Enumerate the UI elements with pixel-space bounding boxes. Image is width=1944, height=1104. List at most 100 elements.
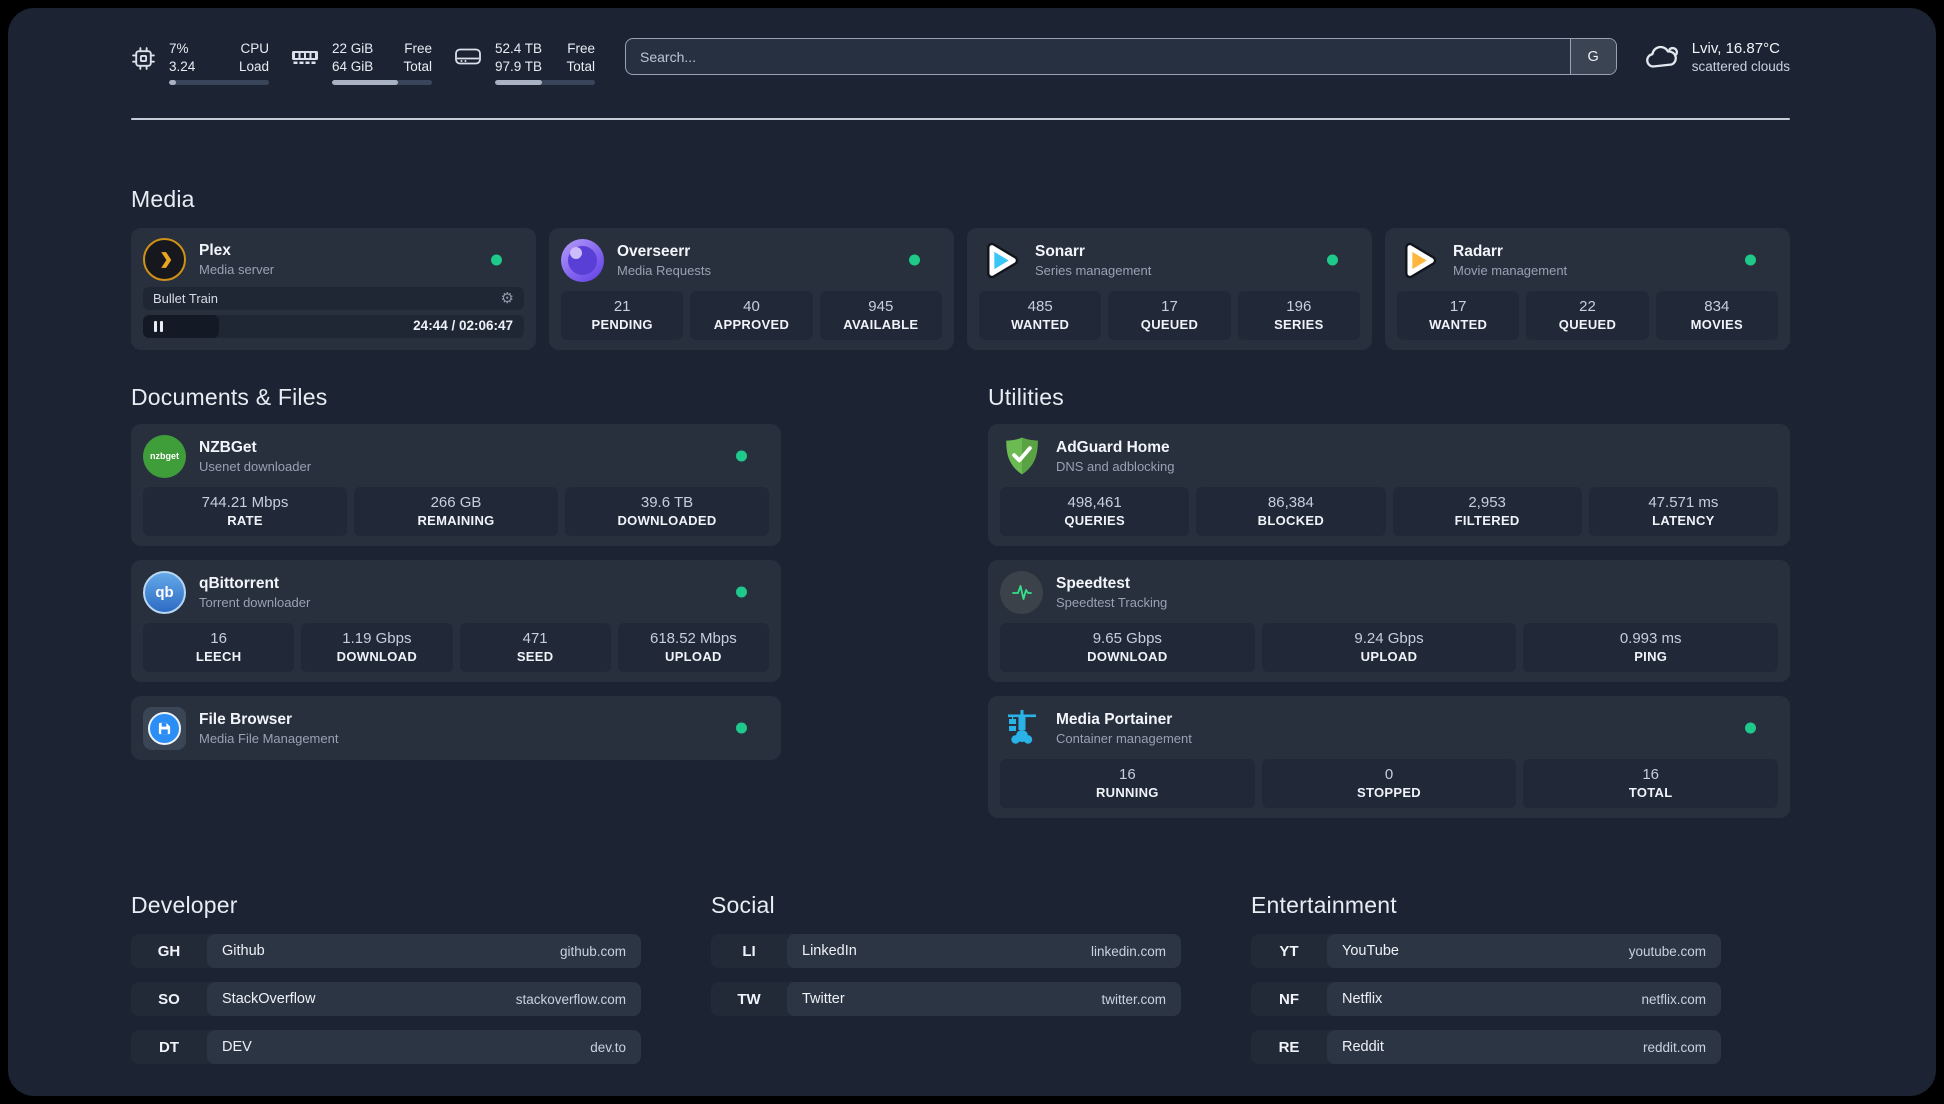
status-dot	[1745, 254, 1756, 266]
stat-wanted: 485 WANTED	[979, 291, 1102, 340]
card-nzbget[interactable]: nzbget NZBGet Usenet downloader 744.21 M…	[131, 424, 781, 546]
status-dot	[909, 254, 920, 266]
card-adguard[interactable]: AdGuard Home DNS and adblocking 498,461 Q…	[988, 424, 1790, 546]
stat-queries: 498,461 QUERIES	[1000, 487, 1190, 536]
section-media: Media Plex Media server Bullet Train ⚙ 2…	[131, 186, 1790, 350]
bookmark-name: LinkedIn	[802, 943, 857, 959]
service-subtitle: Movie management	[1453, 262, 1568, 278]
bookmark-abbr: LI	[742, 942, 756, 960]
stat-queued: 22 QUEUED	[1526, 291, 1649, 340]
search-bar[interactable]: G	[625, 38, 1617, 75]
bookmark-linkedin[interactable]: LI LinkedIn linkedin.com	[711, 934, 1181, 968]
bookmark-url: github.com	[559, 943, 626, 959]
bookmark-github[interactable]: GH Github github.com	[131, 934, 641, 968]
bookmark-reddit[interactable]: RE Reddit reddit.com	[1251, 1030, 1721, 1064]
bookmark-twitter[interactable]: TW Twitter twitter.com	[711, 982, 1181, 1016]
stat-approved: 40 APPROVED	[690, 291, 813, 340]
stat-leech: 16 LEECH	[143, 623, 295, 672]
bookmark-dev[interactable]: DT DEV dev.to	[131, 1030, 641, 1064]
ram-labels: Free Total	[403, 41, 432, 74]
sonarr-stats: 485 WANTED 17 QUEUED 196 SERIES	[979, 291, 1360, 340]
bookmark-name: Reddit	[1342, 1039, 1384, 1055]
section-title-documents: Documents & Files	[131, 384, 328, 410]
ram-usage-bar	[332, 80, 432, 86]
service-name: File Browser	[199, 710, 293, 728]
disk-labels: Free Total	[566, 41, 595, 74]
bookmark-url: stackoverflow.com	[515, 991, 626, 1007]
sonarr-titles: Sonarr Series management	[1035, 243, 1151, 278]
section-entertainment: Entertainment YT YouTube youtube.com NF …	[1251, 832, 1721, 1078]
card-radarr[interactable]: Radarr Movie management 17 WANTED 22 QUEUE…	[1385, 228, 1790, 350]
stat-downloaded: 39.6 TB DOWNLOADED	[565, 487, 769, 536]
search-engine-button[interactable]: G	[1569, 39, 1616, 74]
status-dot	[1327, 254, 1338, 266]
qbittorrent-titles: qBittorrent Torrent downloader	[199, 575, 310, 610]
weather-widget: Lviv, 16.87°C scattered clouds	[1643, 38, 1790, 74]
stat-filtered: 2,953 FILTERED	[1392, 487, 1582, 536]
service-name: NZBGet	[199, 438, 257, 456]
cpu-labels: CPU Load	[238, 41, 269, 74]
service-subtitle: Torrent downloader	[199, 594, 311, 610]
search-input[interactable]	[626, 39, 1570, 74]
stat-latency: 47.571 ms LATENCY	[1588, 487, 1778, 536]
card-filebrowser[interactable]: File Browser Media File Management	[131, 696, 781, 760]
cpu-icon	[132, 47, 155, 70]
adguard-stats: 498,461 QUERIES 86,384 BLOCKED 2,953 FILTER…	[1000, 487, 1778, 536]
bookmark-stackoverflow[interactable]: SO StackOverflow stackoverflow.com	[131, 982, 641, 1016]
service-subtitle: Media server	[199, 262, 275, 277]
bookmark-url: reddit.com	[1642, 1039, 1706, 1055]
disk-stat: 52.4 TB 97.9 TB Free Total	[454, 40, 595, 86]
service-name: qBittorrent	[199, 574, 280, 592]
bookmark-name: YouTube	[1342, 943, 1399, 959]
gear-icon[interactable]: ⚙	[501, 291, 514, 306]
bookmark-netflix[interactable]: NF Netflix netflix.com	[1251, 982, 1721, 1016]
card-speedtest[interactable]: Speedtest Speedtest Tracking 9.65 Gbps DO…	[988, 560, 1790, 682]
disk-usage-bar	[495, 80, 595, 86]
qbittorrent-stats: 16 LEECH 1.19 Gbps DOWNLOAD 471 SEED 618.52…	[143, 623, 769, 672]
section-title-entertainment: Entertainment	[1251, 892, 1397, 918]
radarr-icon	[1397, 239, 1440, 282]
service-subtitle: Media File Management	[199, 730, 339, 746]
nzbget-icon: nzbget	[143, 434, 186, 478]
overseerr-icon	[561, 238, 604, 282]
service-name: Speedtest	[1056, 574, 1131, 592]
service-subtitle: Series management	[1035, 262, 1152, 278]
now-playing-title: Bullet Train	[153, 291, 219, 306]
stat-queued: 17 QUEUED	[1108, 291, 1231, 340]
cpu-usage-bar	[169, 80, 269, 86]
service-name: AdGuard Home	[1056, 438, 1170, 456]
bookmark-abbr: RE	[1278, 1038, 1300, 1056]
plex-titles: Plex Media server	[199, 242, 274, 277]
card-sonarr[interactable]: Sonarr Series management 485 WANTED 17 QUE…	[967, 228, 1372, 350]
bookmark-url: dev.to	[590, 1039, 626, 1055]
card-qbittorrent[interactable]: qb qBittorrent Torrent downloader 16 LEEC…	[131, 560, 781, 682]
bookmark-abbr: GH	[157, 942, 181, 960]
card-plex[interactable]: Plex Media server Bullet Train ⚙ 24:44 /…	[131, 228, 536, 350]
playback-progress-bar[interactable]: 24:44 / 02:06:47	[143, 315, 524, 338]
section-social: Social LI LinkedIn linkedin.com TW Twitt…	[711, 832, 1181, 1078]
sonarr-icon	[979, 239, 1022, 282]
bookmark-youtube[interactable]: YT YouTube youtube.com	[1251, 934, 1721, 968]
portainer-icon	[1000, 707, 1043, 750]
speedtest-stats: 9.65 Gbps DOWNLOAD 9.24 Gbps UPLOAD 0.993 …	[1000, 623, 1779, 672]
stat-upload: 618.52 Mbps UPLOAD	[617, 623, 769, 672]
nzbget-stats: 744.21 Mbps RATE 266 GB REMAINING 39.6 TB D…	[143, 487, 769, 536]
pause-icon[interactable]	[154, 321, 163, 332]
stat-seed: 471 SEED	[459, 623, 611, 672]
stat-rate: 744.21 Mbps RATE	[143, 487, 347, 536]
section-title-social: Social	[711, 892, 775, 918]
stat-movies: 834 MOVIES	[1655, 291, 1778, 340]
bookmark-name: Github	[222, 943, 265, 959]
service-subtitle: Usenet downloader	[199, 458, 312, 474]
card-overseerr[interactable]: Overseerr Media Requests 21 PENDING 40 APP…	[549, 228, 954, 350]
card-portainer[interactable]: Media Portainer Container management 16 R…	[988, 696, 1790, 818]
service-name: Overseerr	[617, 242, 691, 260]
bookmark-abbr: YT	[1279, 942, 1299, 960]
section-developer: Developer GH Github github.com SO StackO…	[131, 832, 641, 1078]
stat-running: 16 RUNNING	[1000, 759, 1255, 808]
ram-values: 22 GiB 64 GiB	[332, 41, 374, 74]
service-subtitle: Media Requests	[617, 262, 711, 278]
radarr-titles: Radarr Movie management	[1453, 243, 1567, 278]
stat-wanted: 17 WANTED	[1397, 291, 1520, 340]
radarr-stats: 17 WANTED 22 QUEUED 834 MOVIES	[1397, 291, 1778, 340]
